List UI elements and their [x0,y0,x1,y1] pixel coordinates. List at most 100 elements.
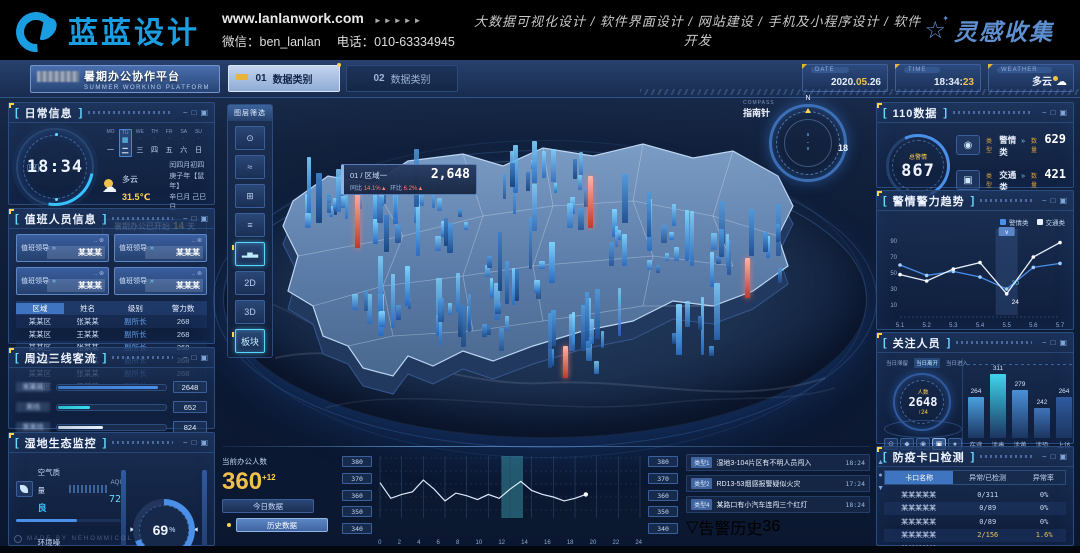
y-axis-left: 380370360350340 [342,454,372,546]
maximize-icon[interactable]: □ [192,439,197,447]
alert-red-bar [745,258,750,298]
map-tooltip: 01 / 区域一2,648 同比 14.1%▲ 环比 6.2%▲ [341,164,477,195]
alert-red-bar [588,176,593,228]
bottom-strip: 当前办公人数 360+12 今日数据 历史数据 380370360350340 … [222,450,870,546]
focus-tab[interactable]: 当日离开 [914,358,940,368]
focus-bar: 279涉黄 [1009,381,1031,438]
divider-line [222,446,870,447]
barchart-layer-button[interactable]: ▂▅▃ [235,242,265,266]
focus-tab[interactable]: 当日滞留 [884,358,910,368]
panel-window-controls: −□▣ [179,215,208,223]
history-data-button[interactable]: 历史数据 [236,518,328,532]
y-tick: 380 [342,456,372,467]
minimize-icon[interactable]: − [1042,109,1047,117]
maximize-icon[interactable]: □ [192,215,197,223]
alert-red-bar [563,346,568,378]
scroll-down-icon[interactable]: ▼ [877,485,884,492]
duty-leader-card[interactable]: 值班领导»‥ ⊗某某某 [16,234,109,262]
scroll-up-icon[interactable]: ▲ [877,459,884,466]
checkpoint-row[interactable]: 某某某某某0/890% [884,502,1066,516]
checkpoint-row[interactable]: 某某某某某0/890% [884,515,1066,529]
3d-view-button[interactable]: 3D [235,300,265,324]
svg-text:5.1: 5.1 [896,323,905,329]
minimize-icon[interactable]: − [1042,453,1047,461]
weekday-TH[interactable]: TH·四 [148,129,161,157]
focus-gauge: 人数2648↑24 [890,372,956,434]
maximize-icon[interactable]: □ [1051,453,1056,461]
maximize-icon[interactable]: □ [192,354,197,362]
panel-alert-trend: [警情警力趋势]−□▣ 警情类交通类 ∨90705030105.15.25.35… [876,190,1074,330]
radar-layer-button[interactable]: ≈ [235,155,265,179]
today-data-button[interactable]: 今日数据 [222,499,314,513]
duty-leader-cards: 值班领导»‥ ⊗某某某值班领导»‥ ⊗某某某值班领导»‥ ⊗某某某值班领导»‥ … [16,234,207,295]
panel-eco-monitor: [湿地生态监控]−□▣ 空气质量良 AQI72 [8,432,215,546]
flow-value: 2648 [173,381,207,393]
focus-bar: 264在逃 [965,388,987,438]
minimize-icon[interactable]: − [183,439,188,447]
date-plate: DATE 2020.05.26 [802,64,888,92]
weekday-FR[interactable]: FR·五 [163,129,176,157]
card-close-icon[interactable]: ‥ ⊗ [191,237,202,244]
weekday-SU[interactable]: SU·日 [192,129,205,157]
weekday-TU[interactable]: TU▦二 [119,129,132,157]
maximize-icon[interactable]: □ [1051,197,1056,205]
weekday-MO[interactable]: MO·一 [104,129,117,157]
compass-dial[interactable]: N ∧·∨ 18 [769,104,847,182]
duty-leader-card[interactable]: 值班领导»‥ ⊗某某某 [114,267,207,295]
minimize-icon[interactable]: − [183,109,188,117]
checkpoint-row[interactable]: 某某某某某0/3110% [884,488,1066,502]
minimize-icon[interactable]: − [183,215,188,223]
fullscreen-icon[interactable]: ▣ [1059,453,1067,461]
2d-view-button[interactable]: 2D [235,271,265,295]
weekday-WE[interactable]: WE·三 [133,129,146,157]
alert-item[interactable]: 类型2RD13-53烟感报警疑似火灾17:24 [686,475,870,492]
fullscreen-icon[interactable]: ▣ [1059,197,1067,205]
duty-table-row[interactable]: 某某区王某某副所长268 [16,328,207,341]
panel-checkpoint: [防疫卡口检测]−□▣ 卡口名称异常/已检测异常率某某某某某0/3110%某某某… [876,446,1074,546]
fullscreen-icon[interactable]: ▣ [1059,339,1067,347]
checkpoint-row[interactable]: 某某某某某2/1561.6% [884,529,1066,543]
focus-bar: 264上访 [1053,388,1075,438]
maximize-icon[interactable]: □ [1051,109,1056,117]
minimize-icon[interactable]: − [183,354,188,362]
maximize-icon[interactable]: □ [192,109,197,117]
alert-history-banner[interactable]: ▽ 告警历史 36 [686,517,870,537]
arrows-deco: ►►►►► [374,16,424,25]
fullscreen-icon[interactable]: ▣ [1059,109,1067,117]
card-close-icon[interactable]: ‥ ⊗ [191,270,202,277]
block-view-button[interactable]: 板块 [235,329,265,353]
duty-table-row[interactable]: 某某区张某某副所长268 [16,315,207,328]
panel-header: [防疫卡口检测]−□▣ [877,447,1073,467]
maximize-icon[interactable]: □ [1051,339,1056,347]
duty-leader-card[interactable]: 值班领导»‥ ⊗某某某 [114,234,207,262]
time-value: 18:34:23 [934,77,974,88]
grid-layer-button[interactable]: ⊞ [235,184,265,208]
alert-item[interactable]: 类型1湿地3-104片区有不明人员闯入18:24 [686,454,870,471]
camera-layer-button[interactable]: ⊙ [235,126,265,150]
card-close-icon[interactable]: ‥ ⊗ [93,270,104,277]
duty-leader-card[interactable]: 值班领导»‥ ⊗某某某 [16,267,109,295]
contact-line: 微信：ben_lanlan电话：010-63334945 [222,31,471,50]
y-tick: 370 [342,473,372,484]
footer-strip [0,546,1080,553]
3d-view-icon: 3D [244,307,256,317]
tooltip-region: 01 / 区域一 [350,170,387,181]
lanlan-logo-group: 蓝蓝设计 [14,8,200,52]
website-url: www.lanlanwork.com►►►►► [222,10,471,26]
duty-table-header: 区域姓名级别警力数 [16,301,207,315]
fullscreen-icon[interactable]: ▣ [200,215,208,223]
alert-item[interactable]: 类型4某路口有小汽车连闯三个红灯18:24 [686,496,870,513]
traffic-icon: ▣ [956,170,980,190]
minimize-icon[interactable]: − [1042,197,1047,205]
tab-data-category-01[interactable]: 01数据类别 [228,65,340,92]
tab-data-category-02[interactable]: 02数据类别 [346,65,458,92]
fullscreen-icon[interactable]: ▣ [200,439,208,447]
minimize-icon[interactable]: − [1042,339,1047,347]
card-close-icon[interactable]: ‥ ⊗ [93,237,104,244]
grid-layer-icon: ⊞ [246,191,254,202]
weekday-SA[interactable]: SA·六 [177,129,190,157]
scroll-dot-icon[interactable]: ● [878,472,882,479]
fullscreen-icon[interactable]: ▣ [200,354,208,362]
fullscreen-icon[interactable]: ▣ [200,109,208,117]
list-layer-button[interactable]: ≡ [235,213,265,237]
